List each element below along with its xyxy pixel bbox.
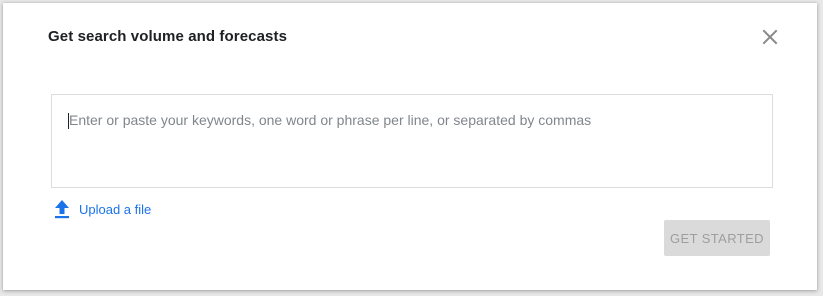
dialog-title: Get search volume and forecasts [48,28,288,45]
get-started-button[interactable]: GET STARTED [664,220,770,256]
keywords-placeholder: Enter or paste your keywords, one word o… [69,112,592,128]
upload-file-link[interactable]: Upload a file [53,198,151,220]
close-icon [762,29,778,45]
keywords-input[interactable]: Enter or paste your keywords, one word o… [51,94,773,188]
upload-file-label: Upload a file [79,201,152,217]
search-volume-dialog: Get search volume and forecasts Enter or… [3,3,817,290]
close-button[interactable] [759,26,781,48]
upload-icon [55,200,69,219]
